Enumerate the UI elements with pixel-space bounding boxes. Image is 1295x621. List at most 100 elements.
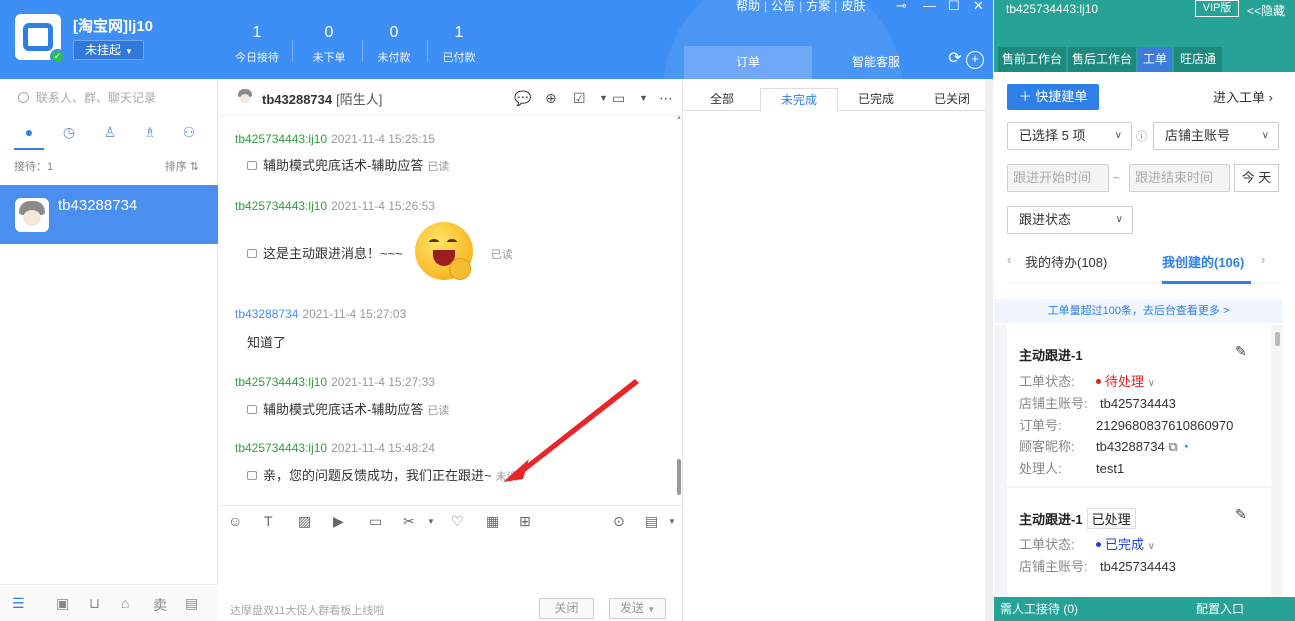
- promo-tip[interactable]: 达摩盘双11大促人群看板上线啦: [230, 602, 384, 618]
- chevron-down-icon[interactable]: ▼: [599, 93, 608, 103]
- order-tab-incomplete[interactable]: 未完成: [760, 88, 838, 112]
- menu-announcement[interactable]: 公告: [771, 0, 795, 12]
- calendar-check-icon[interactable]: ▣: [56, 595, 69, 612]
- scroll-thumb[interactable]: [677, 459, 681, 495]
- card-row-nick: 顾客昵称: tb43288734 ⧉ ◔: [1019, 439, 1190, 454]
- stat-unpaid[interactable]: 0 未付款: [363, 24, 425, 65]
- chevron-right-icon[interactable]: ›: [1261, 252, 1265, 267]
- stat-not-ordered[interactable]: 0 未下单: [298, 24, 360, 65]
- workorder-card[interactable]: 主动跟进-1 已处理 ✎ 工单状态: 已完成 ∨ 店铺主账号: tb425734443: [1007, 488, 1271, 597]
- scroll-up-icon[interactable]: ▲: [676, 115, 682, 121]
- tab-orders[interactable]: 订单: [684, 46, 812, 79]
- scissors-icon[interactable]: ✂: [403, 513, 415, 530]
- minimize-icon[interactable]: —: [923, 0, 936, 13]
- person-icon[interactable]: ♙: [101, 123, 119, 141]
- quick-reply-icon[interactable]: ⊙: [613, 513, 625, 530]
- inbox-icon[interactable]: ⊔: [89, 595, 100, 612]
- clock-icon[interactable]: ◷: [60, 123, 78, 141]
- tab-wangdiantong[interactable]: 旺店通: [1174, 47, 1222, 72]
- add-contact-icon[interactable]: ⊕: [545, 90, 557, 107]
- sort-button[interactable]: 排序 ⇅: [165, 158, 199, 174]
- status-value[interactable]: 待处理: [1105, 374, 1144, 389]
- tab-smart-service[interactable]: 智能客服: [812, 46, 940, 79]
- gift-icon[interactable]: ⊞: [519, 513, 531, 530]
- history-icon[interactable]: ▤: [645, 513, 658, 530]
- heart-icon[interactable]: ♡: [451, 513, 464, 530]
- copy-icon[interactable]: ⧉: [1168, 439, 1177, 454]
- send-button[interactable]: 发送 ▼: [609, 598, 666, 619]
- today-button[interactable]: 今 天: [1234, 164, 1279, 192]
- folder-icon[interactable]: ▭: [369, 513, 382, 530]
- chevron-right-icon: ›: [1268, 90, 1273, 105]
- refresh-icon[interactable]: ⟳: [946, 51, 964, 69]
- task-icon[interactable]: ☑: [573, 90, 586, 107]
- calculator-icon[interactable]: ▦: [486, 513, 499, 530]
- manual-reception-count[interactable]: 需人工接待 (0): [1000, 597, 1078, 621]
- contact-search[interactable]: 联系人、群、聊天记录: [18, 89, 156, 106]
- stat-paid[interactable]: 1 已付款: [428, 24, 490, 65]
- tab-workorder[interactable]: 工单: [1138, 47, 1172, 72]
- video-icon[interactable]: ▭: [612, 90, 625, 107]
- menu-list-icon[interactable]: ☰: [12, 595, 25, 612]
- pin-icon[interactable]: ⊸: [896, 0, 907, 14]
- chat-bubble-icon[interactable]: ●: [20, 123, 38, 141]
- shop-icon[interactable]: ⌂: [121, 595, 129, 611]
- workorder-card[interactable]: 主动跟进-1 ✎ 工单状态: 待处理 ∨ 店铺主账号: tb425734443 订单…: [1007, 325, 1271, 486]
- order-tab-all[interactable]: 全部: [684, 88, 760, 111]
- config-entry-link[interactable]: 配置入口: [1196, 597, 1244, 621]
- tab-presale[interactable]: 售前工作台: [998, 47, 1066, 72]
- stat-label: 今日接待: [235, 52, 279, 64]
- hide-button[interactable]: <<隐藏: [1247, 2, 1285, 19]
- quick-create-button[interactable]: ＋ 快捷建单: [1007, 84, 1099, 110]
- tab-my-todo[interactable]: 我的待办(108): [1025, 252, 1107, 271]
- chevron-down-icon[interactable]: ▼: [639, 93, 648, 103]
- group-icon[interactable]: ♗: [141, 123, 159, 141]
- menu-skin[interactable]: 皮肤: [841, 0, 865, 12]
- maximize-icon[interactable]: ☐: [948, 0, 960, 14]
- chat-more-icon[interactable]: 💬: [514, 90, 531, 107]
- text-format-icon[interactable]: T: [264, 513, 273, 529]
- org-tree-icon[interactable]: ⚇: [180, 123, 198, 141]
- chevron-left-icon[interactable]: ‹: [1007, 252, 1011, 267]
- stat-today-received[interactable]: 1 今日接待: [226, 24, 288, 65]
- workorder-scrollbar[interactable]: [1275, 332, 1280, 346]
- overflow-notice[interactable]: 工单量超过100条，去后台查看更多 >: [994, 299, 1283, 323]
- menu-help[interactable]: 帮助: [736, 0, 760, 12]
- tab-aftersale[interactable]: 售后工作台: [1068, 47, 1136, 72]
- workorder-header: tb425734443:lj10 VIP版 <<隐藏 售前工作台 售后工作台 工…: [994, 0, 1295, 72]
- video-play-icon[interactable]: ▶: [333, 513, 344, 530]
- chevron-down-icon[interactable]: ▼: [427, 517, 435, 526]
- emoji-icon[interactable]: ☺: [228, 513, 242, 529]
- chevron-down-icon[interactable]: ∨: [1148, 378, 1155, 389]
- follow-status-dropdown[interactable]: 跟进状态 ∨: [1007, 206, 1133, 234]
- chevron-down-icon[interactable]: ∨: [1148, 541, 1155, 552]
- status-value[interactable]: 已完成: [1105, 537, 1144, 552]
- end-time-input[interactable]: 跟进结束时间: [1129, 164, 1230, 192]
- sell-icon[interactable]: 卖: [153, 595, 167, 615]
- tab-underline: [14, 148, 44, 150]
- shop-account-dropdown[interactable]: 店铺主账号 ∨: [1153, 122, 1279, 150]
- info-icon[interactable]: ⓘ: [1136, 128, 1147, 144]
- card-row-status: 工单状态: 已完成 ∨: [1019, 537, 1155, 552]
- filter-selected-dropdown[interactable]: 已选择 5 项 ∨: [1007, 122, 1132, 150]
- start-time-input[interactable]: 跟进开始时间: [1007, 164, 1109, 192]
- panel-icon[interactable]: ▤: [185, 595, 198, 612]
- add-icon[interactable]: +: [966, 51, 984, 69]
- chevron-down-icon[interactable]: ▼: [668, 517, 676, 526]
- edit-icon[interactable]: ✎: [1235, 343, 1247, 360]
- order-tab-complete[interactable]: 已完成: [838, 88, 914, 111]
- enter-workorder-link[interactable]: 进入工单 ›: [1213, 87, 1273, 106]
- close-button[interactable]: 关闭: [539, 598, 594, 619]
- menu-plan[interactable]: 方案: [806, 0, 830, 12]
- chat-link-icon[interactable]: ◔: [1181, 439, 1189, 454]
- tab-my-created[interactable]: 我创建的(106): [1162, 252, 1244, 271]
- edit-icon[interactable]: ✎: [1235, 506, 1247, 523]
- close-icon[interactable]: ✕: [973, 0, 984, 14]
- image-icon[interactable]: ▨: [298, 513, 311, 530]
- account-status-dropdown[interactable]: 未挂起 ▼: [73, 40, 144, 60]
- message-scrollbar[interactable]: ▲: [675, 115, 683, 505]
- panel-divider[interactable]: [985, 79, 993, 621]
- order-tab-closed[interactable]: 已关闭: [914, 88, 990, 111]
- more-icon[interactable]: ⋯: [659, 90, 673, 107]
- conversation-item[interactable]: tb43288734: [0, 185, 218, 244]
